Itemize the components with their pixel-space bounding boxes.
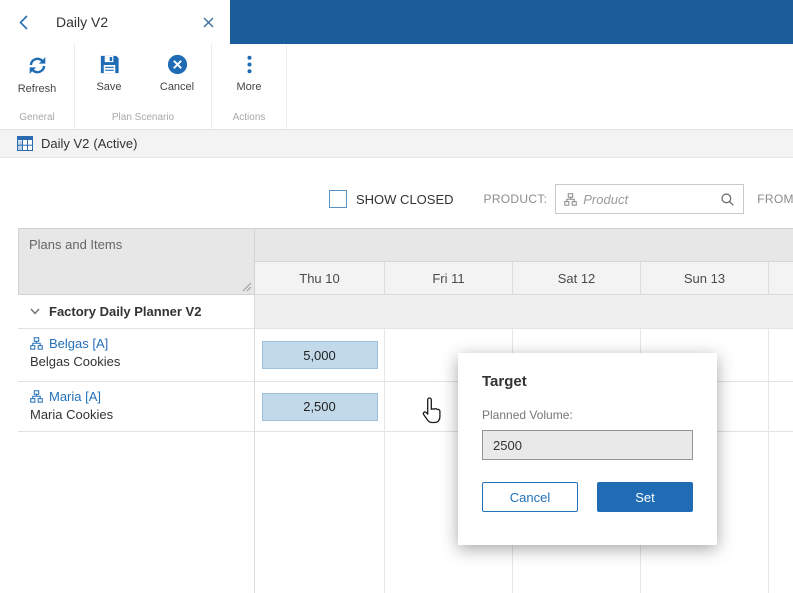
ribbon-group-plan-scenario: Save Cancel Plan Scenario [75, 44, 212, 129]
planned-volume-label: Planned Volume: [482, 408, 693, 422]
ribbon-group-label-actions: Actions [212, 110, 286, 129]
topbar-fill [230, 0, 793, 44]
filler-label-column [18, 432, 255, 593]
dialog-button-row: Cancel Set [482, 482, 693, 512]
cell-maria-partial [769, 382, 793, 432]
item-subtitle-maria: Maria Cookies [30, 407, 244, 422]
plan-grid-icon [17, 136, 33, 151]
cell-maria-thu10[interactable]: 2,500 [255, 382, 385, 432]
filter-row: SHOW CLOSED PRODUCT: FROM [329, 184, 793, 214]
cancel-label: Cancel [160, 81, 194, 93]
from-filter-label: FROM [757, 192, 793, 206]
row-label-belgas: Belgas [A] Belgas Cookies [18, 329, 255, 382]
item-link-belgas[interactable]: Belgas [A] [49, 336, 108, 351]
ribbon-group-actions: More Actions [212, 44, 287, 129]
grid-header-band [255, 228, 793, 262]
group-row-data-band [255, 295, 793, 329]
plan-title-bar: Daily V2 (Active) [0, 130, 793, 158]
target-dialog: Target Planned Volume: Cancel Set [458, 353, 717, 545]
row-label-maria: Maria [A] Maria Cookies [18, 382, 255, 432]
product-icon [564, 193, 577, 206]
tab-close-icon[interactable] [203, 17, 214, 28]
plan-title: Daily V2 [41, 136, 89, 151]
dialog-set-button[interactable]: Set [597, 482, 693, 512]
show-closed-label: SHOW CLOSED [356, 192, 454, 207]
cancel-button[interactable]: Cancel [147, 53, 207, 93]
plan-status: (Active) [93, 136, 137, 151]
ribbon-group-label-general: General [0, 110, 74, 129]
cell-belgas-partial [769, 329, 793, 382]
more-button[interactable]: More [219, 53, 279, 93]
tab-daily-v2[interactable]: Daily V2 [46, 0, 230, 44]
group-row-label: Factory Daily Planner V2 [49, 304, 201, 319]
dialog-cancel-button[interactable]: Cancel [482, 482, 578, 512]
more-label: More [236, 81, 261, 93]
planned-value-chip-belgas[interactable]: 5,000 [262, 341, 378, 369]
chevron-down-icon [30, 308, 40, 315]
show-closed-checkbox[interactable] [329, 190, 347, 208]
column-header-fri-11[interactable]: Fri 11 [385, 262, 513, 295]
resize-grip-icon[interactable] [242, 282, 252, 292]
column-header-sun-13[interactable]: Sun 13 [641, 262, 769, 295]
group-row: Factory Daily Planner V2 [18, 295, 793, 329]
dialog-title: Target [482, 373, 693, 390]
save-icon [98, 53, 121, 76]
filler-col-partial [769, 432, 793, 593]
column-header-sat-12[interactable]: Sat 12 [513, 262, 641, 295]
product-filter-label: PRODUCT: [484, 192, 548, 206]
more-icon [238, 53, 261, 76]
item-subtitle-belgas: Belgas Cookies [30, 354, 244, 369]
grid-corner-header[interactable]: Plans and Items [18, 228, 255, 295]
search-icon[interactable] [720, 192, 735, 207]
refresh-icon [25, 53, 50, 78]
cell-belgas-thu10[interactable]: 5,000 [255, 329, 385, 382]
product-search-box[interactable] [555, 184, 744, 214]
ribbon-toolbar: Refresh General Save [0, 44, 793, 130]
column-header-thu-10[interactable]: Thu 10 [255, 262, 385, 295]
tab-title: Daily V2 [56, 14, 108, 30]
planned-value-chip-maria[interactable]: 2,500 [262, 393, 378, 421]
product-icon [30, 337, 43, 350]
grid-header-row: Plans and Items Thu 10 Fri 11 Sat 12 Sun… [18, 228, 793, 295]
save-button[interactable]: Save [79, 53, 139, 93]
grid-header-right: Thu 10 Fri 11 Sat 12 Sun 13 [255, 228, 793, 295]
cancel-icon [166, 53, 189, 76]
product-search-input[interactable] [583, 192, 714, 207]
corner-header-label: Plans and Items [29, 237, 122, 252]
ribbon-group-label-plan-scenario: Plan Scenario [75, 110, 211, 129]
item-link-maria[interactable]: Maria [A] [49, 389, 101, 404]
chevron-left-icon [19, 15, 28, 30]
back-button[interactable] [0, 0, 46, 44]
planned-volume-input[interactable] [482, 430, 693, 460]
column-header-partial [769, 262, 793, 295]
refresh-button[interactable]: Refresh [7, 53, 67, 95]
refresh-label: Refresh [18, 83, 57, 95]
product-icon [30, 390, 43, 403]
tab-bar: Daily V2 [0, 0, 793, 44]
ribbon-group-general: Refresh General [0, 44, 75, 129]
group-row-toggle[interactable]: Factory Daily Planner V2 [18, 295, 255, 329]
grid-day-header-row: Thu 10 Fri 11 Sat 12 Sun 13 [255, 262, 793, 295]
filler-col-thu10 [255, 432, 385, 593]
save-label: Save [96, 81, 121, 93]
